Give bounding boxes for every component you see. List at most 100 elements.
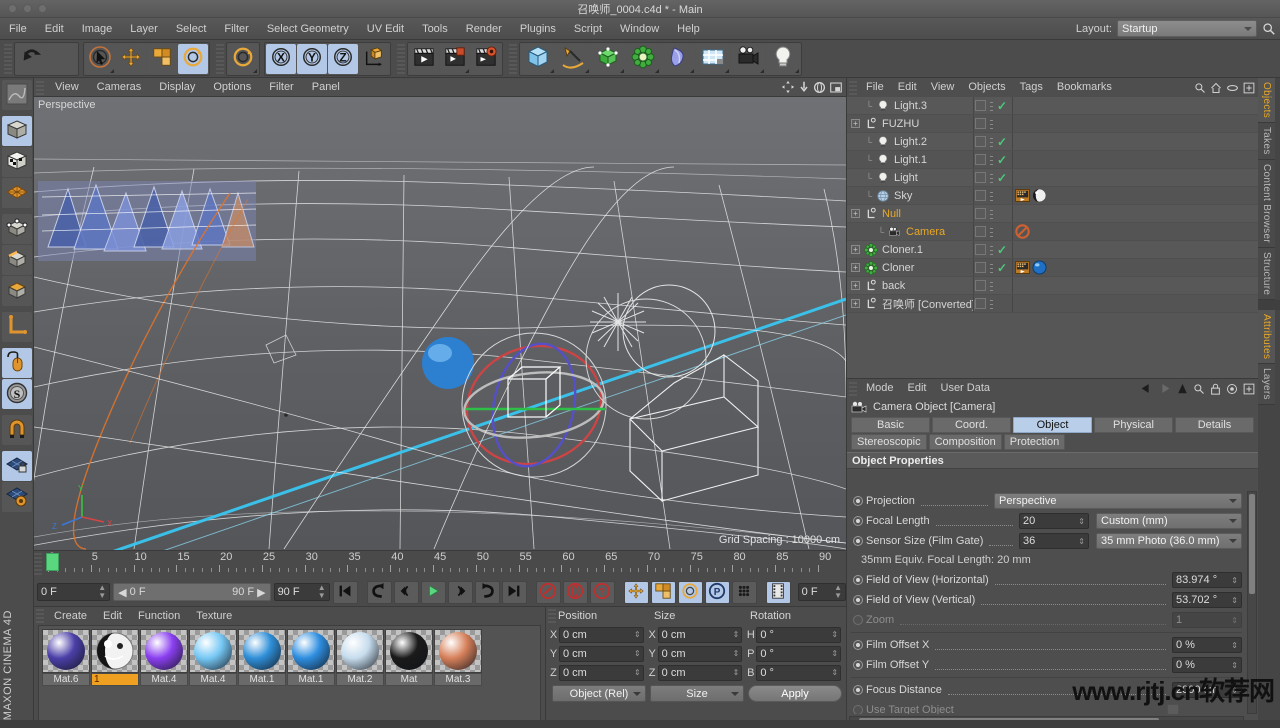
expand-toggle[interactable]: + xyxy=(851,281,860,290)
object-menu-edit[interactable]: Edit xyxy=(891,78,924,97)
timeline-grip[interactable] xyxy=(34,553,42,575)
dropdown-corner-icon[interactable] xyxy=(465,69,469,73)
object-row[interactable]: └Camera xyxy=(847,223,1258,241)
viewport-menu-options[interactable]: Options xyxy=(204,78,260,97)
y-axis-lock[interactable]: Y xyxy=(297,44,327,74)
spinner-icon[interactable]: ⇕ xyxy=(634,649,641,658)
object-grip[interactable] xyxy=(849,81,857,95)
expand-toggle[interactable]: + xyxy=(851,263,860,272)
radio-icon[interactable] xyxy=(853,516,863,526)
menu-uv-edit[interactable]: UV Edit xyxy=(358,18,413,40)
object-name[interactable]: FUZHU xyxy=(882,118,919,130)
radio-icon[interactable] xyxy=(853,660,863,670)
object-row[interactable]: └Light.1✓ xyxy=(847,151,1258,169)
texture-tag[interactable] xyxy=(1015,188,1030,203)
object-row[interactable]: └Light.2✓ xyxy=(847,133,1258,151)
object-row[interactable]: +召唤师 [Converted] xyxy=(847,295,1258,313)
maximize-icon[interactable] xyxy=(829,81,843,94)
material-thumbnail[interactable] xyxy=(42,629,90,673)
move-tool[interactable] xyxy=(116,44,146,74)
spinner-icon[interactable]: ▲▼ xyxy=(318,584,326,600)
forward-arrow-icon[interactable] xyxy=(1158,383,1172,394)
object-row[interactable]: └Light✓ xyxy=(847,169,1258,187)
preview-end-field[interactable]: 0 F ▲▼ xyxy=(798,583,846,601)
sensor-size-film-gate-preset-select[interactable]: 35 mm Photo (36.0 mm) xyxy=(1096,533,1242,549)
layout-select[interactable]: Startup xyxy=(1117,20,1257,37)
tool-point-mode[interactable] xyxy=(2,214,32,244)
z-axis-lock[interactable]: Z xyxy=(328,44,358,74)
toolbar-grip[interactable] xyxy=(216,44,224,74)
pan-icon[interactable] xyxy=(781,80,795,94)
size-x-field[interactable]: 0 cm⇕ xyxy=(658,627,743,643)
playhead-marker[interactable] xyxy=(46,553,59,571)
autokeying-button[interactable] xyxy=(563,581,588,604)
menu-select-geometry[interactable]: Select Geometry xyxy=(258,18,358,40)
zoom-input[interactable]: 1⇕ xyxy=(1172,612,1242,628)
radio-icon[interactable] xyxy=(853,595,863,605)
position-key-toggle[interactable] xyxy=(624,581,649,604)
layer-color-swatch[interactable] xyxy=(975,226,986,237)
preview-range-bar[interactable]: ◀ 0 F 90 F ▶ xyxy=(113,583,270,601)
radio-icon[interactable] xyxy=(853,496,863,506)
dropdown-corner-icon[interactable] xyxy=(725,69,729,73)
range-left-arrow-icon[interactable]: ◀ xyxy=(118,586,126,599)
focus-distance-input[interactable]: 2000 cm⇕ xyxy=(1172,682,1242,698)
attribute-vscrollbar[interactable] xyxy=(1247,491,1257,714)
dropdown-corner-icon[interactable] xyxy=(550,69,554,73)
attribute-tab-composition[interactable]: Composition xyxy=(929,434,1002,450)
material-name[interactable]: Mat.4 xyxy=(140,673,188,686)
visibility-dots-icon[interactable] xyxy=(990,118,993,129)
material-thumbnail[interactable] xyxy=(434,629,482,673)
material-thumbnail[interactable] xyxy=(287,629,335,673)
visibility-dots-icon[interactable] xyxy=(990,226,993,237)
material-item[interactable]: Mat.4 xyxy=(140,629,188,686)
spinner-icon[interactable]: ⇕ xyxy=(1231,687,1238,694)
object-row[interactable]: └Light.3✓ xyxy=(847,97,1258,115)
spinner-icon[interactable]: ⇕ xyxy=(831,630,838,639)
render-view-button[interactable] xyxy=(409,44,439,74)
menu-select[interactable]: Select xyxy=(167,18,216,40)
material-name[interactable]: Mat.3 xyxy=(434,673,482,686)
spinner-icon[interactable]: ⇕ xyxy=(1078,518,1085,525)
back-arrow-icon[interactable] xyxy=(1139,383,1153,394)
attribute-menu-edit[interactable]: Edit xyxy=(901,379,934,398)
attribute-menu-user-data[interactable]: User Data xyxy=(934,379,998,398)
vtab-content-browser[interactable]: Content Browser xyxy=(1258,160,1275,248)
object-name[interactable]: Camera xyxy=(906,226,945,238)
film-offset-x-input[interactable]: 0 %⇕ xyxy=(1172,637,1242,653)
material-item[interactable]: Mat.1 xyxy=(287,629,335,686)
position-z-field[interactable]: 0 cm⇕ xyxy=(559,665,644,681)
menu-help[interactable]: Help xyxy=(668,18,709,40)
visibility-dots-icon[interactable] xyxy=(990,136,993,147)
visibility-dots-icon[interactable] xyxy=(990,280,993,291)
layer-color-swatch[interactable] xyxy=(975,280,986,291)
home-icon[interactable] xyxy=(1210,82,1222,94)
radio-icon[interactable] xyxy=(853,615,863,625)
vtab-attributes[interactable]: Attributes xyxy=(1258,310,1275,364)
expand-icon[interactable] xyxy=(1243,82,1255,94)
menu-tools[interactable]: Tools xyxy=(413,18,457,40)
object-row[interactable]: +Null xyxy=(847,205,1258,223)
play-button[interactable] xyxy=(421,581,446,604)
object-row[interactable]: └Sky xyxy=(847,187,1258,205)
object-row[interactable]: +back xyxy=(847,277,1258,295)
object-name[interactable]: Light.2 xyxy=(894,136,927,148)
add-light-button[interactable] xyxy=(766,44,800,74)
attribute-grip[interactable] xyxy=(849,382,857,396)
spinner-icon[interactable]: ⇕ xyxy=(1231,642,1238,649)
object-name[interactable]: Cloner.1 xyxy=(882,244,923,256)
tool-axis-mode[interactable] xyxy=(2,312,32,342)
dropdown-corner-icon[interactable] xyxy=(110,69,114,73)
object-name[interactable]: Light xyxy=(894,172,918,184)
material-name[interactable]: Mat.6 xyxy=(42,673,90,686)
rotation-p-field[interactable]: 0 °⇕ xyxy=(756,646,841,662)
visibility-dots-icon[interactable] xyxy=(990,208,993,219)
rotation-key-toggle[interactable] xyxy=(678,581,703,604)
vtab-layers[interactable]: Layers xyxy=(1258,364,1275,405)
material-menu-function[interactable]: Function xyxy=(130,607,188,625)
material-item[interactable]: Mat xyxy=(385,629,433,686)
scroll-thumb[interactable] xyxy=(1249,494,1255,594)
object-menu-view[interactable]: View xyxy=(924,78,962,97)
scale-tool[interactable] xyxy=(147,44,177,74)
x-axis-lock[interactable]: X xyxy=(266,44,296,74)
